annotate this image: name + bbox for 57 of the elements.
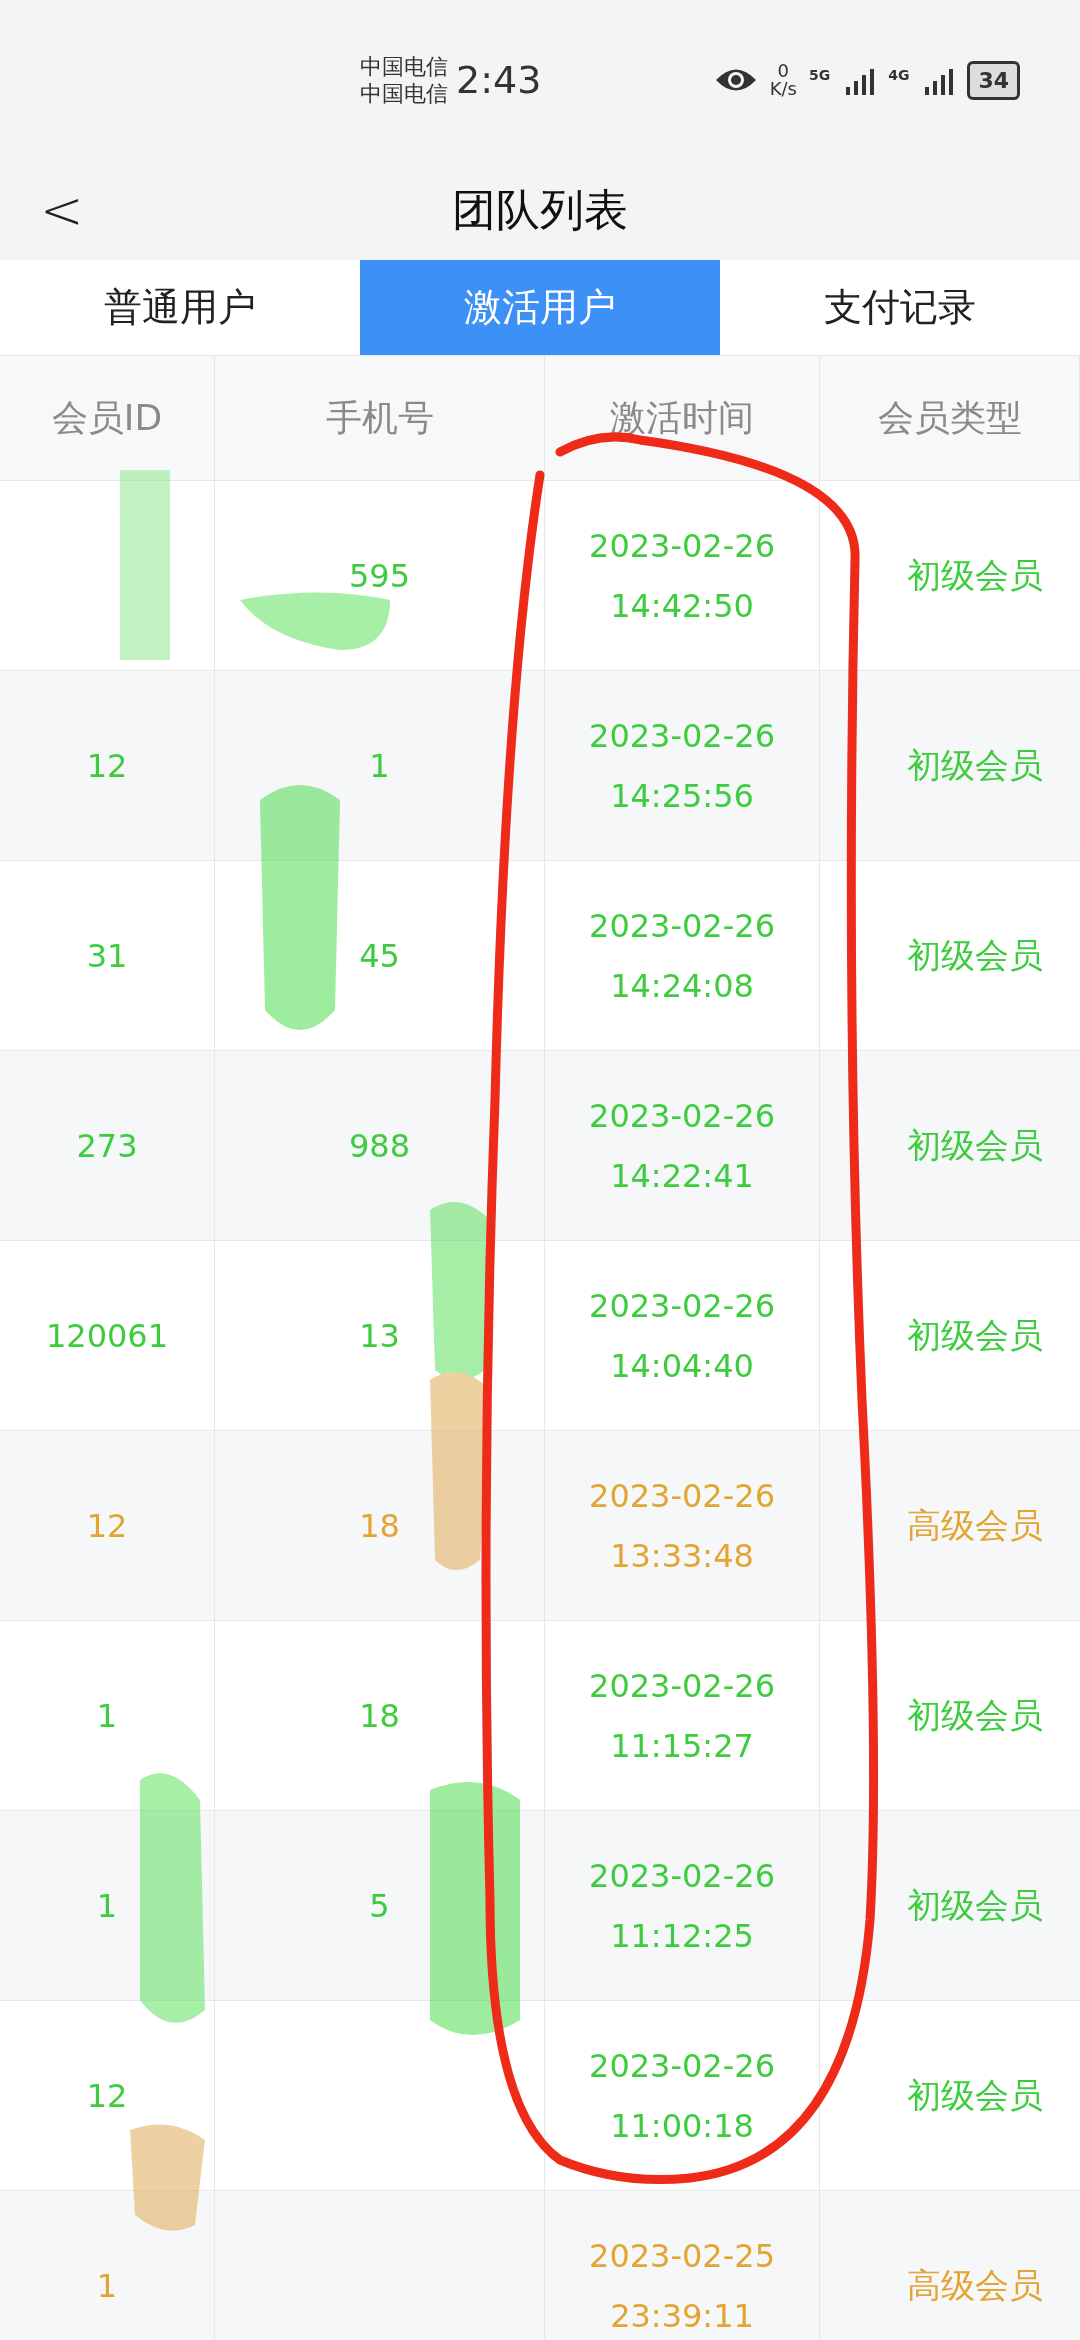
- member-type: 高级会员: [907, 2264, 1043, 2307]
- activation-time: 14:22:41: [610, 1155, 754, 1197]
- member-type: 初级会员: [907, 1884, 1043, 1927]
- member-id: 120061: [45, 1315, 169, 1357]
- phone-number: 988: [348, 1125, 411, 1167]
- activation-time: 14:42:50: [610, 585, 754, 627]
- member-type: 初级会员: [907, 934, 1043, 977]
- member-id: 1: [96, 2265, 118, 2307]
- activation-time: 23:39:11: [610, 2295, 754, 2337]
- activation-time: 11:00:18: [610, 2105, 754, 2147]
- activation-time: 13:33:48: [610, 1535, 754, 1577]
- phone-number: 18: [359, 1505, 400, 1547]
- phone-number: 45: [359, 935, 400, 977]
- activation-time: 14:25:56: [610, 775, 754, 817]
- activation-time: 11:15:27: [610, 1725, 754, 1767]
- member-type: 初级会员: [907, 554, 1043, 597]
- activation-date: 2023-02-26: [589, 525, 775, 567]
- member-type: 高级会员: [907, 1504, 1043, 1547]
- speed-unit: K/s: [769, 80, 797, 98]
- phone-number: 1: [369, 745, 390, 787]
- activation-date: 2023-02-26: [589, 1855, 775, 1897]
- activation-time: 14:24:08: [610, 965, 754, 1007]
- member-id: 12: [86, 1505, 128, 1547]
- member-id: 273: [76, 1125, 138, 1167]
- phone-number: 18: [359, 1695, 400, 1737]
- battery-indicator: 34: [967, 60, 1020, 100]
- member-id: 1: [96, 1695, 118, 1737]
- activation-date: 2023-02-26: [589, 905, 775, 947]
- activation-time: 11:12:25: [610, 1915, 754, 1957]
- activation-date: 2023-02-26: [589, 1285, 775, 1327]
- member-type: 初级会员: [907, 1314, 1043, 1357]
- member-id: 1: [96, 1885, 118, 1927]
- member-id: 12: [86, 745, 128, 787]
- clock: 2:43: [456, 56, 542, 104]
- phone-number: 595: [348, 555, 411, 597]
- carrier-label: 中国电信: [360, 80, 448, 108]
- member-type: 初级会员: [907, 2074, 1043, 2117]
- member-id: 31: [86, 935, 128, 977]
- network-label: 4G: [888, 65, 910, 85]
- activation-date: 2023-02-26: [589, 1475, 775, 1517]
- phone-number: 13: [359, 1315, 400, 1357]
- phone-number: 5: [369, 1885, 390, 1927]
- activation-date: 2023-02-26: [589, 715, 775, 757]
- activation-date: 2023-02-26: [589, 1665, 775, 1707]
- back-button[interactable]: <: [40, 171, 84, 249]
- activation-date: 2023-02-25: [589, 2235, 775, 2277]
- page-title: 团队列表: [452, 183, 628, 237]
- member-type: 初级会员: [907, 1694, 1043, 1737]
- speed-value: 0: [777, 62, 789, 80]
- activation-date: 2023-02-26: [589, 1095, 775, 1137]
- member-id: 12: [86, 2075, 128, 2117]
- member-type: 初级会员: [907, 744, 1043, 787]
- activation-time: 14:04:40: [610, 1345, 754, 1387]
- network-label: 5G: [808, 65, 831, 85]
- member-type: 初级会员: [907, 1124, 1043, 1167]
- activation-date: 2023-02-26: [589, 2045, 775, 2087]
- carrier-label: 中国电信: [360, 52, 448, 80]
